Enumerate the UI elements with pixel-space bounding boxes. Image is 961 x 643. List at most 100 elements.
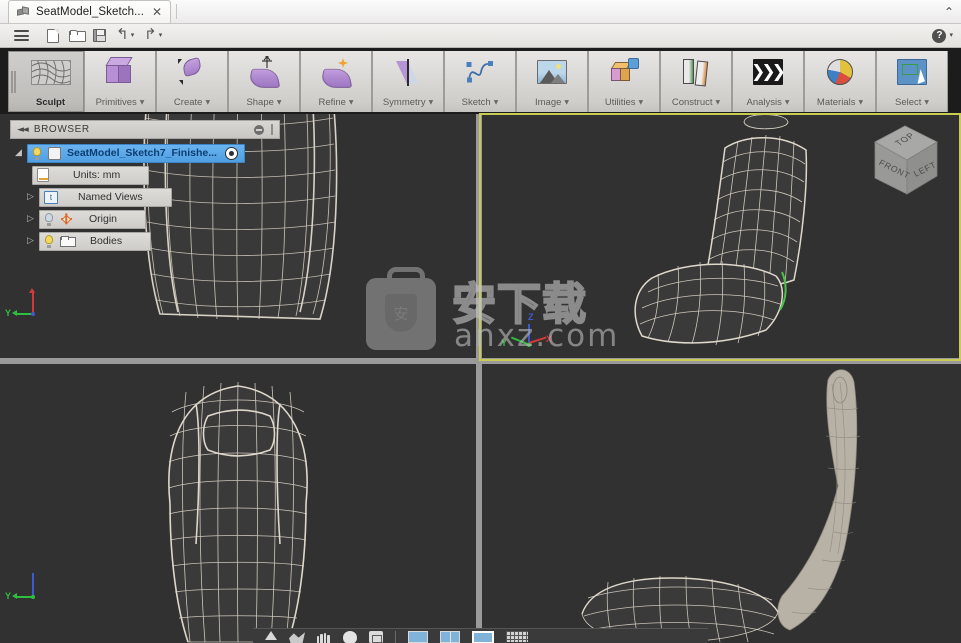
chevron-down-icon[interactable]: ▼ [277,99,282,106]
viewport-top[interactable]: Y [0,364,476,643]
orbit-icon [289,632,305,643]
axis-label-y: Y [5,308,12,318]
ribbon-panel-label: Image [534,96,562,108]
home-view-button[interactable] [265,631,277,643]
ribbon-panel-shape[interactable]: Shape ▼ [228,51,300,112]
activate-radio-button[interactable] [224,146,238,160]
grid-display-button[interactable] [506,631,528,643]
tree-item-named-views[interactable]: t Named Views [39,187,172,207]
chevron-down-icon[interactable]: ▼ [140,99,145,106]
pan-button[interactable] [317,631,331,643]
picture-icon [537,51,567,93]
layout-single-button[interactable] [408,631,428,643]
double-chevron-left-icon[interactable]: ◄◄ [17,125,29,135]
document-tab-label: SeatModel_Sketch... [36,6,145,18]
chevron-down-icon[interactable]: ▼ [349,99,354,106]
light-bulb-icon[interactable] [32,146,42,160]
viewport-divider-horizontal[interactable] [0,358,961,364]
fit-view-icon [369,631,383,643]
chevron-down-icon[interactable]: ▼ [858,99,863,106]
tree-row-named-views[interactable]: ▷ t Named Views [10,187,280,207]
chevron-down-icon[interactable]: ▼ [429,99,434,106]
ribbon-panel-refine[interactable]: Refine ▼ [300,51,372,112]
fit-button[interactable] [369,631,383,643]
question-mark-icon: ? [932,28,947,43]
chevron-down-icon[interactable]: ▼ [639,99,644,106]
save-button[interactable] [88,25,110,46]
seat-mesh-side [581,369,861,643]
expand-triangle-icon[interactable]: ◢ [10,148,27,158]
ribbon-panel-analysis[interactable]: ❯❯❯ Analysis ▼ [732,51,804,112]
new-file-button[interactable] [42,25,64,46]
folder-open-icon [68,29,86,42]
zebra-stripes-icon: ❯❯❯ [751,51,786,93]
layout-quad-button[interactable] [472,631,494,643]
chevron-up-icon[interactable]: ⌃ [937,0,961,23]
fusion360-sculpt-window: SeatModel_Sketch... ✕ ⌃ ↰ ▾ ↱ ▾ ? ▾ Scul… [0,0,961,643]
light-bulb-icon[interactable] [44,212,54,226]
tree-item-seatmodel[interactable]: SeatModel_Sketch7_Finishe... [27,143,245,163]
redo-button[interactable]: ↱ ▾ [139,25,166,46]
help-button[interactable]: ? ▾ [932,28,953,43]
chevron-down-icon[interactable]: ▼ [564,99,569,106]
open-file-button[interactable] [65,25,87,46]
ribbon-panel-image[interactable]: Image ▼ [516,51,588,112]
menu-button[interactable] [10,25,32,46]
collapse-triangle-icon[interactable]: ▷ [22,214,39,224]
panel-grip[interactable] [271,124,273,135]
tree-row-origin[interactable]: ▷ Origin [10,209,280,229]
tree-row-bodies[interactable]: ▷ Bodies [10,231,280,251]
collapse-triangle-icon[interactable]: ▷ [22,192,39,202]
zoom-button[interactable] [343,631,357,643]
ribbon-panel-materials[interactable]: Materials ▼ [804,51,876,112]
ribbon-panel-create[interactable]: Create ▼ [156,51,228,112]
ribbon-panel-sculpt[interactable]: Sculpt [8,51,84,112]
browser-header[interactable]: ◄◄ BROWSER [10,120,280,139]
light-bulb-icon[interactable] [44,234,54,248]
chevron-down-icon[interactable]: ▾ [159,32,163,39]
chevron-down-icon[interactable]: ▾ [949,32,953,39]
viewport-right[interactable]: Z X [482,364,961,643]
ribbon-panel-sketch[interactable]: Sketch ▼ [444,51,516,112]
refine-surface-icon [319,51,353,93]
mirror-icon [395,51,421,93]
ribbon-panel-utilities[interactable]: Utilities ▼ [588,51,660,112]
panel-grip[interactable] [9,52,18,111]
seat-mesh-top [168,381,308,643]
ribbon-panel-primitives[interactable]: Primitives ▼ [84,51,156,112]
chevron-down-icon[interactable]: ▼ [785,99,790,106]
collapse-triangle-icon[interactable]: ▷ [22,236,39,246]
tree-item-origin[interactable]: Origin [39,209,147,229]
axis-triad-iso: Z Y X [501,312,552,358]
orbit-button[interactable] [289,631,305,643]
folder-icon [60,235,76,247]
tree-row-root[interactable]: ◢ SeatModel_Sketch7_Finishe... [10,143,280,163]
panel-options-icon[interactable] [254,124,264,135]
ribbon-panel-select[interactable]: Select ▼ [876,51,948,112]
origin-icon [60,213,73,226]
ribbon-panel-symmetry[interactable]: Symmetry ▼ [372,51,444,112]
viewport-home-iso[interactable]: Z Y X TOP FRONT LEFT [482,114,961,358]
chevron-down-icon[interactable]: ▾ [131,32,135,39]
browser-tree: ◢ SeatModel_Sketch7_Finishe... Units: mm… [10,139,280,251]
ribbon-panel-label: Sculpt [35,96,66,108]
named-views-icon: t [44,190,58,204]
chevron-down-icon[interactable]: ▼ [716,99,721,106]
tree-item-bodies[interactable]: Bodies [39,231,152,251]
document-tab[interactable]: SeatModel_Sketch... ✕ [8,0,172,23]
tree-item-units[interactable]: Units: mm [32,165,150,185]
chevron-down-icon[interactable]: ▼ [924,99,929,106]
navigation-bar [253,628,708,643]
construct-planes-icon [681,51,711,93]
viewport-divider-vertical[interactable] [476,114,482,643]
redo-arrow-icon: ↱ [143,25,157,43]
close-icon[interactable]: ✕ [150,6,164,19]
ribbon-panel-construct[interactable]: Construct ▼ [660,51,732,112]
tree-row-units[interactable]: Units: mm [10,165,280,185]
layout-split-button[interactable] [440,631,460,643]
select-window-icon [897,51,927,93]
chevron-down-icon[interactable]: ▼ [494,99,499,106]
chevron-down-icon[interactable]: ▼ [205,99,210,106]
undo-button[interactable]: ↰ ▾ [111,25,138,46]
view-cube[interactable]: TOP FRONT LEFT [859,118,953,208]
